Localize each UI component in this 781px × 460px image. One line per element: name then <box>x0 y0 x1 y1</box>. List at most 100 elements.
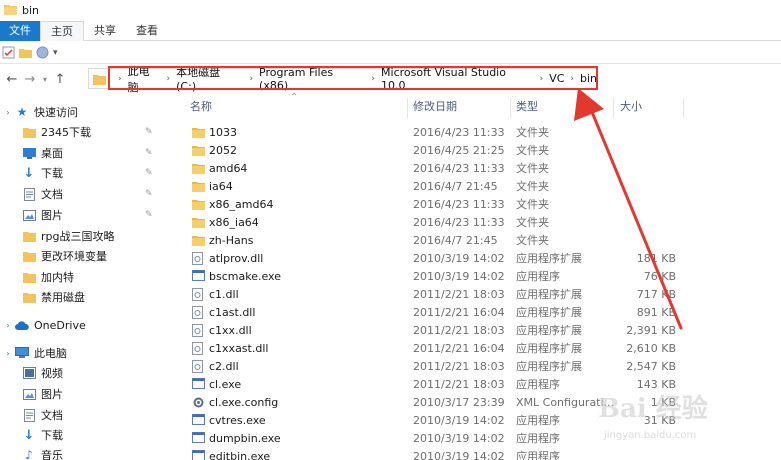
sidebar-item-pc-documents[interactable]: 文档 <box>0 405 176 425</box>
sidebar-item-env-folder[interactable]: 更改环境变量 <box>0 246 176 266</box>
file-row[interactable]: c1ast.dll 2011/2/21 16:04 应用程序扩展 891 KB <box>188 303 683 321</box>
sidebar-item-2345-downloads[interactable]: 2345下载 ✎ <box>0 122 176 142</box>
tab-file[interactable]: 文件 <box>0 21 40 41</box>
tab-share[interactable]: 共享 <box>84 21 126 41</box>
breadcrumb-visual-studio[interactable]: Microsoft Visual Studio 10.0 <box>381 66 534 92</box>
column-header-size[interactable]: 大小 <box>620 96 680 118</box>
file-row[interactable]: x86_ia64 2016/4/23 11:33 文件夹 <box>188 213 683 231</box>
sidebar-item-this-pc[interactable]: › 此电脑 <box>0 343 176 363</box>
up-arrow-icon[interactable]: ↑ <box>51 69 69 89</box>
file-date: 2010/3/19 14:02 <box>413 269 505 283</box>
file-row[interactable]: zh-Hans 2016/4/7 21:45 文件夹 <box>188 231 683 249</box>
file-name: ia64 <box>209 179 233 193</box>
file-name: c1xx.dll <box>209 323 252 337</box>
file-size: 891 KB <box>636 305 676 319</box>
sidebar-item-videos[interactable]: 视频 <box>0 363 176 383</box>
chevron-right-icon[interactable]: › <box>371 74 375 84</box>
customize-toolbar-icon[interactable]: ▾ <box>53 48 58 58</box>
forward-arrow-icon[interactable]: → <box>21 69 39 89</box>
file-date: 2011/2/21 18:03 <box>413 287 505 301</box>
sidebar-item-documents[interactable]: 文档 ✎ <box>0 184 176 204</box>
sidebar-item-label: 禁用磁盘 <box>41 291 85 304</box>
column-divider[interactable] <box>407 98 408 118</box>
file-name: zh-Hans <box>209 233 254 247</box>
column-header-date[interactable]: 修改日期 <box>413 96 509 118</box>
expand-chevron-icon[interactable]: › <box>3 318 13 332</box>
chevron-right-icon[interactable]: › <box>540 74 544 84</box>
sidebar-item-label: rpg战三国攻略 <box>41 230 115 243</box>
file-type: 文件夹 <box>516 144 549 157</box>
file-name: c1xxast.dll <box>209 341 269 355</box>
file-row[interactable]: ia64 2016/4/7 21:45 文件夹 <box>188 177 683 195</box>
dll-file-icon <box>192 341 205 355</box>
file-date: 2010/3/19 14:02 <box>413 431 505 445</box>
breadcrumb-local-disk[interactable]: 本地磁盘 (C:) <box>176 64 243 93</box>
quick-access-toolbar: ▾ <box>0 42 781 64</box>
pin-icon[interactable]: ✎ <box>145 189 153 199</box>
column-header-type[interactable]: 类型 <box>516 96 612 118</box>
file-row[interactable]: c1.dll 2011/2/21 18:03 应用程序扩展 717 KB <box>188 285 683 303</box>
chevron-right-icon[interactable]: › <box>570 74 574 84</box>
expand-chevron-icon[interactable]: › <box>3 346 13 360</box>
file-type: 文件夹 <box>516 126 549 139</box>
pin-icon[interactable]: ✎ <box>145 168 153 178</box>
folder-icon <box>192 162 205 175</box>
chevron-right-icon[interactable]: › <box>118 74 122 84</box>
desktop-icon <box>22 146 36 160</box>
star-icon: ★ <box>16 105 28 119</box>
breadcrumb-bin[interactable]: bin <box>580 72 597 85</box>
sidebar-item-pc-downloads[interactable]: ↓ 下载 <box>0 425 176 445</box>
file-size: 181 KB <box>636 251 676 265</box>
sidebar-item-desktop[interactable]: 桌面 ✎ <box>0 143 176 163</box>
tab-view[interactable]: 查看 <box>126 21 168 41</box>
expand-chevron-icon[interactable]: › <box>3 105 13 119</box>
sidebar-item-onedrive[interactable]: › OneDrive <box>0 315 176 335</box>
sidebar-item-label: 音乐 <box>41 449 63 460</box>
address-bar[interactable]: › 此电脑 › 本地磁盘 (C:) › Program Files (x86) … <box>88 65 598 94</box>
dll-file-icon <box>192 305 205 319</box>
new-folder-icon[interactable] <box>19 46 32 59</box>
column-divider[interactable] <box>510 98 511 118</box>
pin-icon[interactable]: ✎ <box>145 148 153 158</box>
folder-icon <box>192 234 205 247</box>
column-divider[interactable] <box>683 98 684 118</box>
file-row[interactable]: 2052 2016/4/25 21:25 文件夹 <box>188 141 683 159</box>
sidebar-item-music[interactable]: ♪ 音乐 <box>0 445 176 460</box>
breadcrumb-this-pc[interactable]: 此电脑 <box>128 63 161 95</box>
file-row[interactable]: c2.dll 2011/2/21 18:03 应用程序扩展 2,547 KB <box>188 357 683 375</box>
sidebar-item-pictures[interactable]: 图片 ✎ <box>0 205 176 225</box>
dll-file-icon <box>192 323 205 337</box>
sidebar-item-pc-pictures[interactable]: 图片 <box>0 384 176 404</box>
properties-icon[interactable] <box>2 46 15 59</box>
file-row[interactable]: atlprov.dll 2010/3/19 14:02 应用程序扩展 181 KB <box>188 249 683 267</box>
file-row[interactable]: c1xx.dll 2011/2/21 18:03 应用程序扩展 2,391 KB <box>188 321 683 339</box>
chevron-right-icon[interactable]: › <box>249 74 253 84</box>
sidebar-item-label: OneDrive <box>34 318 86 332</box>
breadcrumb-program-files[interactable]: Program Files (x86) <box>259 66 365 92</box>
file-row[interactable]: bscmake.exe 2010/3/19 14:02 应用程序 76 KB <box>188 267 683 285</box>
sidebar-item-label: 桌面 <box>41 147 63 160</box>
sidebar-item-disable-disk-folder[interactable]: 禁用磁盘 <box>0 287 176 307</box>
file-row[interactable]: x86_amd64 2016/4/23 11:33 文件夹 <box>188 195 683 213</box>
breadcrumb-vc[interactable]: VC <box>549 72 564 85</box>
file-row[interactable]: c1xxast.dll 2011/2/21 16:04 应用程序扩展 2,610 KB <box>188 339 683 357</box>
pin-icon[interactable]: ✎ <box>145 127 153 137</box>
sidebar-item-downloads[interactable]: ↓ 下载 ✎ <box>0 163 176 183</box>
undo-icon[interactable] <box>36 46 49 59</box>
chevron-right-icon[interactable]: › <box>167 74 171 84</box>
navigation-row: ← → ▾ ↑ › 此电脑 › 本地磁盘 (C:) › Program File… <box>0 65 781 94</box>
file-type: 应用程序扩展 <box>516 288 582 301</box>
column-header-name[interactable]: 名称 <box>190 96 408 118</box>
recent-locations-icon[interactable]: ▾ <box>39 69 51 89</box>
back-arrow-icon[interactable]: ← <box>3 69 21 89</box>
pin-icon[interactable]: ✎ <box>145 210 153 220</box>
column-divider[interactable] <box>613 98 614 118</box>
file-date: 2016/4/7 21:45 <box>413 233 498 247</box>
sidebar-item-rpg-folder[interactable]: rpg战三国攻略 <box>0 226 176 246</box>
tab-home[interactable]: 主页 <box>40 21 84 41</box>
file-row[interactable]: 1033 2016/4/23 11:33 文件夹 <box>188 123 683 141</box>
file-row[interactable]: amd64 2016/4/23 11:33 文件夹 <box>188 159 683 177</box>
sidebar-item-garnett-folder[interactable]: 加内特 <box>0 267 176 287</box>
sidebar-item-quick-access[interactable]: › ★ 快速访问 <box>0 102 176 122</box>
breadcrumb: › 此电脑 › 本地磁盘 (C:) › Program Files (x86) … <box>112 63 597 95</box>
